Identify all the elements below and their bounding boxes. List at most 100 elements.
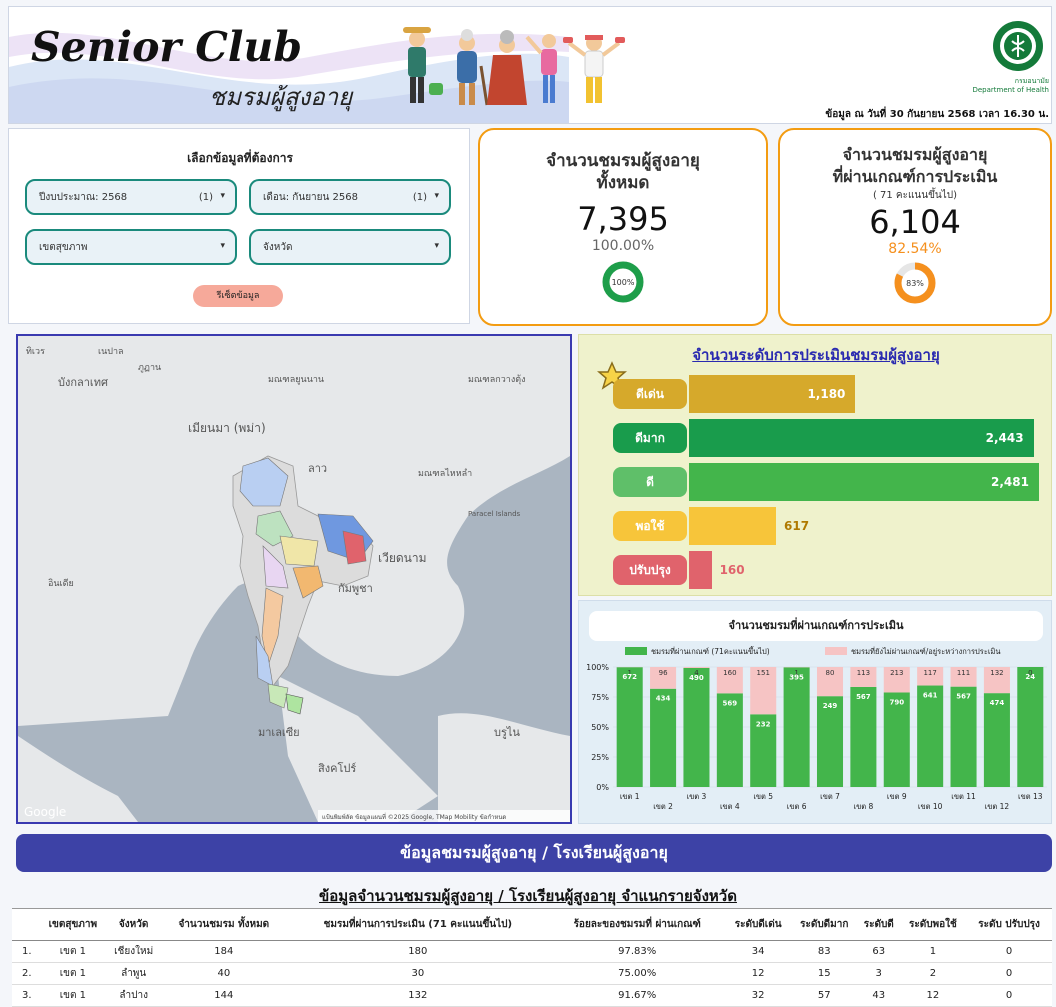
chevron-down-icon: ▾ [220,241,225,251]
bar-passed-8 [883,692,910,787]
table-cell-0-7: 83 [790,940,858,963]
kpi-total-percent: 100.00% [591,238,655,254]
kpi-passed-donut-label: 83% [906,279,924,288]
chevron-down-icon: ▾ [220,191,225,201]
table-cell-1-10: 0 [966,962,1052,985]
map-label-8: มณฑลกวางตุ้ง [468,374,525,385]
level-value-3: 617 [784,519,810,533]
table-row[interactable]: 1. เขต 1 เชียงใหม่ 184 180 97.83% 34 83 63 1 0 [12,940,1052,963]
table-cell-0-4: 180 [286,940,549,963]
chevron-down-icon: ▾ [434,241,439,251]
table-header-6[interactable]: ระดับดีเด่น [725,908,791,941]
table-cell-1-6: 12 [725,962,791,985]
kpi-passed-donut: 83% [894,262,936,304]
table-cell-0-10: 0 [966,940,1052,963]
health-region-label: เขตสุขภาพ [39,241,88,253]
map-label-13: มาเลเซีย [258,726,300,739]
bar-passed-2 [683,667,710,787]
level-label-0: ดีเด่น [613,379,687,409]
table-header-10[interactable]: ระดับ ปรับปรุง [966,908,1052,941]
bar-label-not-passed-11: 132 [990,669,1003,677]
level-label-2: ดี [613,467,687,497]
map-attribution: แป้นพิมพ์ลัด ข้อมูลแผนที่ ©2025 Google, … [322,813,506,821]
map-label-9: มณฑลไหหลำ [418,468,472,479]
table-row[interactable]: 2. เขต 1 ลำพูน 40 30 75.00% 12 15 3 2 0 [12,962,1052,985]
table-cell-0-6: 34 [725,940,791,963]
level-bar-2 [689,463,1039,501]
bar-passed-3 [716,693,743,787]
table-cell-2-6: 32 [725,984,791,1007]
table-cell-2-10: 0 [966,984,1052,1007]
map-label-12: กัมพูชา [338,582,373,595]
health-region-select[interactable]: เขตสุขภาพ ▾ [25,229,237,265]
reset-button[interactable]: รีเซ็ตข้อมูล [193,285,283,307]
bar-label-passed-3: 569 [723,699,738,707]
bar-not-passed-2 [683,667,710,668]
bar-passed-0 [616,667,643,787]
table-header-7[interactable]: ระดับดีมาก [790,908,858,941]
x-tick-1: เขต 2 [653,802,673,811]
ministry-name: กรมอนามัย Department of Health [969,77,1049,95]
table-header-5[interactable]: ร้อยละของชมรมที่ ผ่านเกณฑ์ [548,908,726,941]
bar-label-passed-2: 490 [689,674,704,682]
fiscal-year-count: (1) [198,192,213,203]
levels-title: จำนวนระดับการประเมินชมรมผู้สูงอายุ [692,346,940,364]
table-header-4[interactable]: ชมรมที่ผ่านการประเมิน (71 คะแนนขึ้นไป) [286,908,549,941]
table-header-2[interactable]: จังหวัด [106,908,161,941]
table-cell-1-4: 30 [286,962,549,985]
bar-label-passed-11: 474 [990,699,1005,707]
bar-passed-12 [1017,667,1044,787]
month-label: เดือน: กันยายน 2568 [263,191,358,203]
map-view[interactable]: ทิเวร เนปาล ภูฏาน บังกลาเทศ อินเดีย เมีย… [16,334,572,824]
kpi-total-card: จำนวนชมรมผู้สูงอายุ ทั้งหมด 7,395 100.00… [478,128,768,326]
y-tick-0: 0% [596,783,609,792]
bar-passed-10 [950,686,977,787]
table-row[interactable]: 3. เขต 1 ลำปาง 144 132 91.67% 32 57 43 12 0 [12,984,1052,1007]
month-select[interactable]: เดือน: กันยายน 2568 (1) ▾ [249,179,451,215]
x-tick-5: เขต 6 [787,802,807,811]
table-header-1[interactable]: เขตสุขภาพ [39,908,107,941]
chevron-down-icon: ▾ [434,191,439,201]
bar-label-passed-5: 395 [789,673,804,681]
x-tick-0: เขต 1 [620,792,640,801]
table-header-3[interactable]: จำนวนชมรม ทั้งหมด [160,908,287,941]
table-cell-2-2: ลำปาง [106,984,161,1007]
table-cell-2-5: 91.67% [548,984,726,1007]
x-tick-7: เขต 8 [854,802,874,811]
bar-label-passed-10: 567 [956,693,971,701]
table-cell-0-5: 97.83% [548,940,726,963]
x-tick-3: เขต 4 [720,802,740,811]
ministry-logo-icon [993,21,1043,71]
table-header-8[interactable]: ระดับดี [857,908,900,941]
level-label-1: ดีมาก [613,423,687,453]
table-cell-2-4: 132 [286,984,549,1007]
bar-label-not-passed-10: 111 [957,669,970,677]
data-date: ข้อมูล ณ วันที่ 30 กันยายน 2568 เวลา 16.… [825,109,1049,120]
map-label-2: ภูฏาน [138,363,161,373]
google-logo: Google [24,805,66,819]
map-label-0: ทิเวร [26,346,45,357]
map-label-11: เวียดนาม [378,551,427,565]
bar-passed-1 [650,688,677,787]
level-value-1: 2,443 [985,431,1024,445]
legend-swatch-passed [625,647,647,655]
map-label-1: เนปาล [98,347,124,357]
fiscal-year-select[interactable]: ปีงบประมาณ: 2568 (1) ▾ [25,179,237,215]
province-select[interactable]: จังหวัด ▾ [249,229,451,265]
bar-passed-9 [917,685,944,787]
x-tick-4: เขต 5 [753,792,773,801]
filter-title: เลือกข้อมูลที่ต้องการ [187,151,293,165]
table-cell-0-2: เชียงใหม่ [106,940,161,963]
table-cell-2-1: เขต 1 [39,984,107,1007]
map-label-15: บรูไน [494,726,520,739]
map-label-3: บังกลาเทศ [58,376,108,389]
section-banner: ข้อมูลชมรมผู้สูงอายุ / โรงเรียนผู้สูงอาย… [16,834,1052,872]
table-cell-0-9: 1 [899,940,967,963]
table-header-9[interactable]: ระดับพอใช้ [899,908,967,941]
table-header-0[interactable] [12,908,40,941]
bar-label-not-passed-3: 160 [723,669,736,677]
y-tick-3: 75% [591,693,609,702]
assessment-levels-panel: จำนวนระดับการประเมินชมรมผู้สูงอายุ ดีเด่… [578,334,1052,596]
table-cell-2-3: 144 [160,984,287,1007]
level-label-4: ปรับปรุง [613,555,687,585]
